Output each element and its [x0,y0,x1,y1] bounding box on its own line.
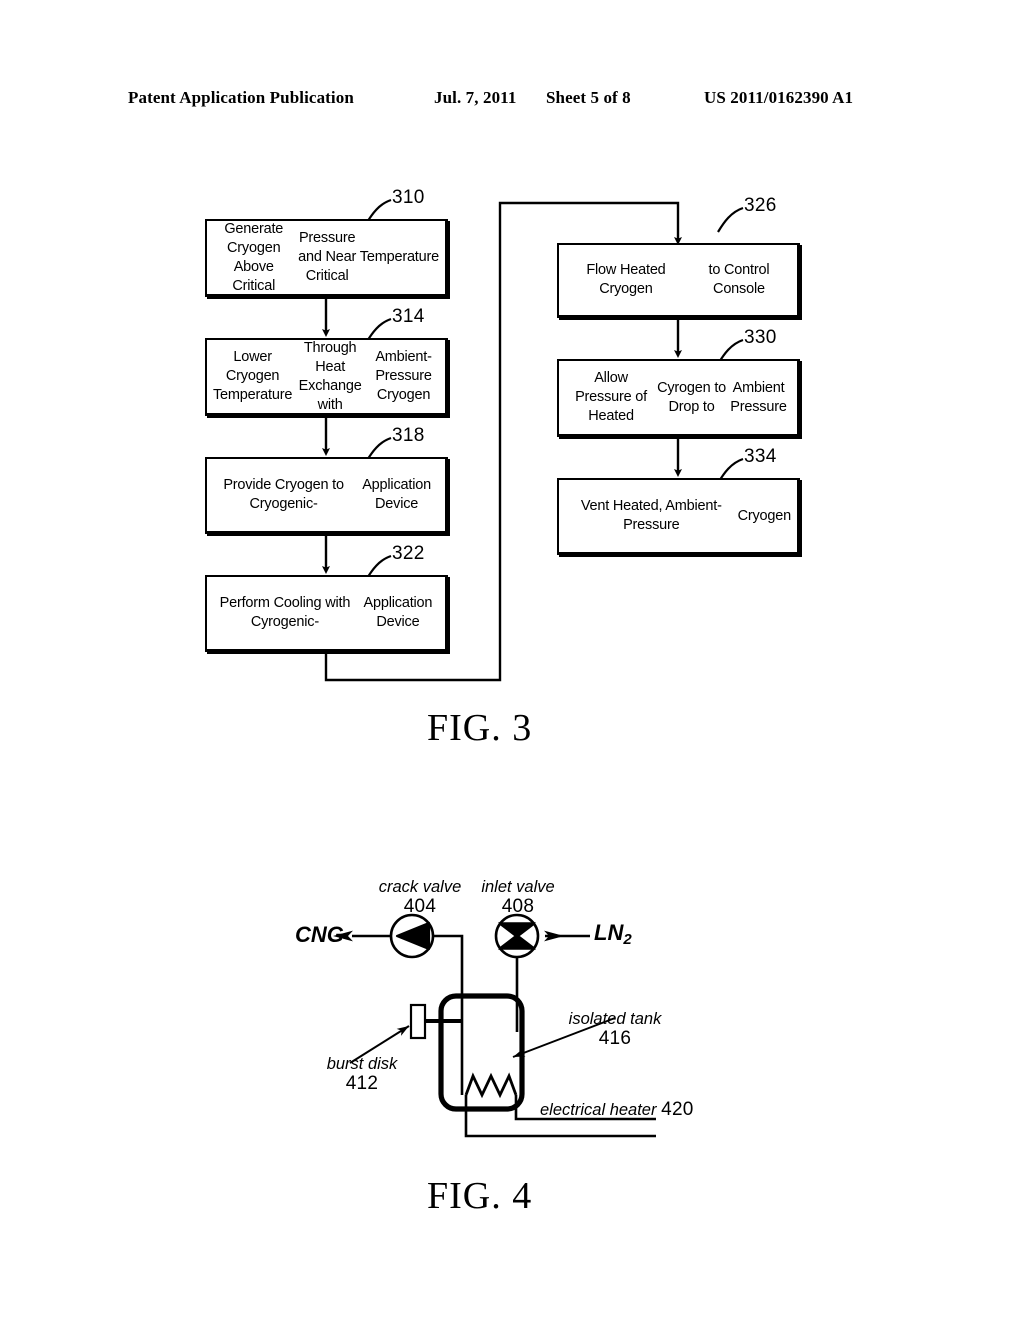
annotation-isolated-tank: isolated tank 416 [554,1009,676,1049]
annotation-inlet-valve-label: inlet valve [481,878,555,896]
ref-numeral-416: 416 [598,1028,632,1049]
annotation-burst-disk-label: burst disk [326,1055,398,1073]
ref-numeral-408: 408 [501,896,535,917]
ref-numeral-412: 412 [345,1073,379,1094]
annotation-electrical-heater-label: electrical heater [540,1101,657,1119]
annotation-crack-valve: crack valve 404 [370,877,470,917]
annotation-isolated-tank-label: isolated tank [568,1010,662,1028]
stream-label-ln2: LN2 [594,920,632,948]
burst-disk-icon[interactable] [409,1003,462,1040]
annotation-inlet-valve: inlet valve 408 [472,877,564,917]
check-valve-icon[interactable] [389,913,435,959]
ref-numeral-404: 404 [403,896,437,917]
annotation-electrical-heater: electrical heater 420 [540,1100,694,1120]
figure-4-caption: FIG. 4 [427,1175,533,1217]
ref-numeral-420: 420 [661,1099,694,1120]
annotation-burst-disk: burst disk 412 [312,1054,412,1094]
annotation-crack-valve-label: crack valve [378,878,462,896]
gate-valve-icon[interactable] [494,913,540,959]
stream-label-cng: CNG [295,922,344,947]
figure-4-schematic [333,913,656,1138]
